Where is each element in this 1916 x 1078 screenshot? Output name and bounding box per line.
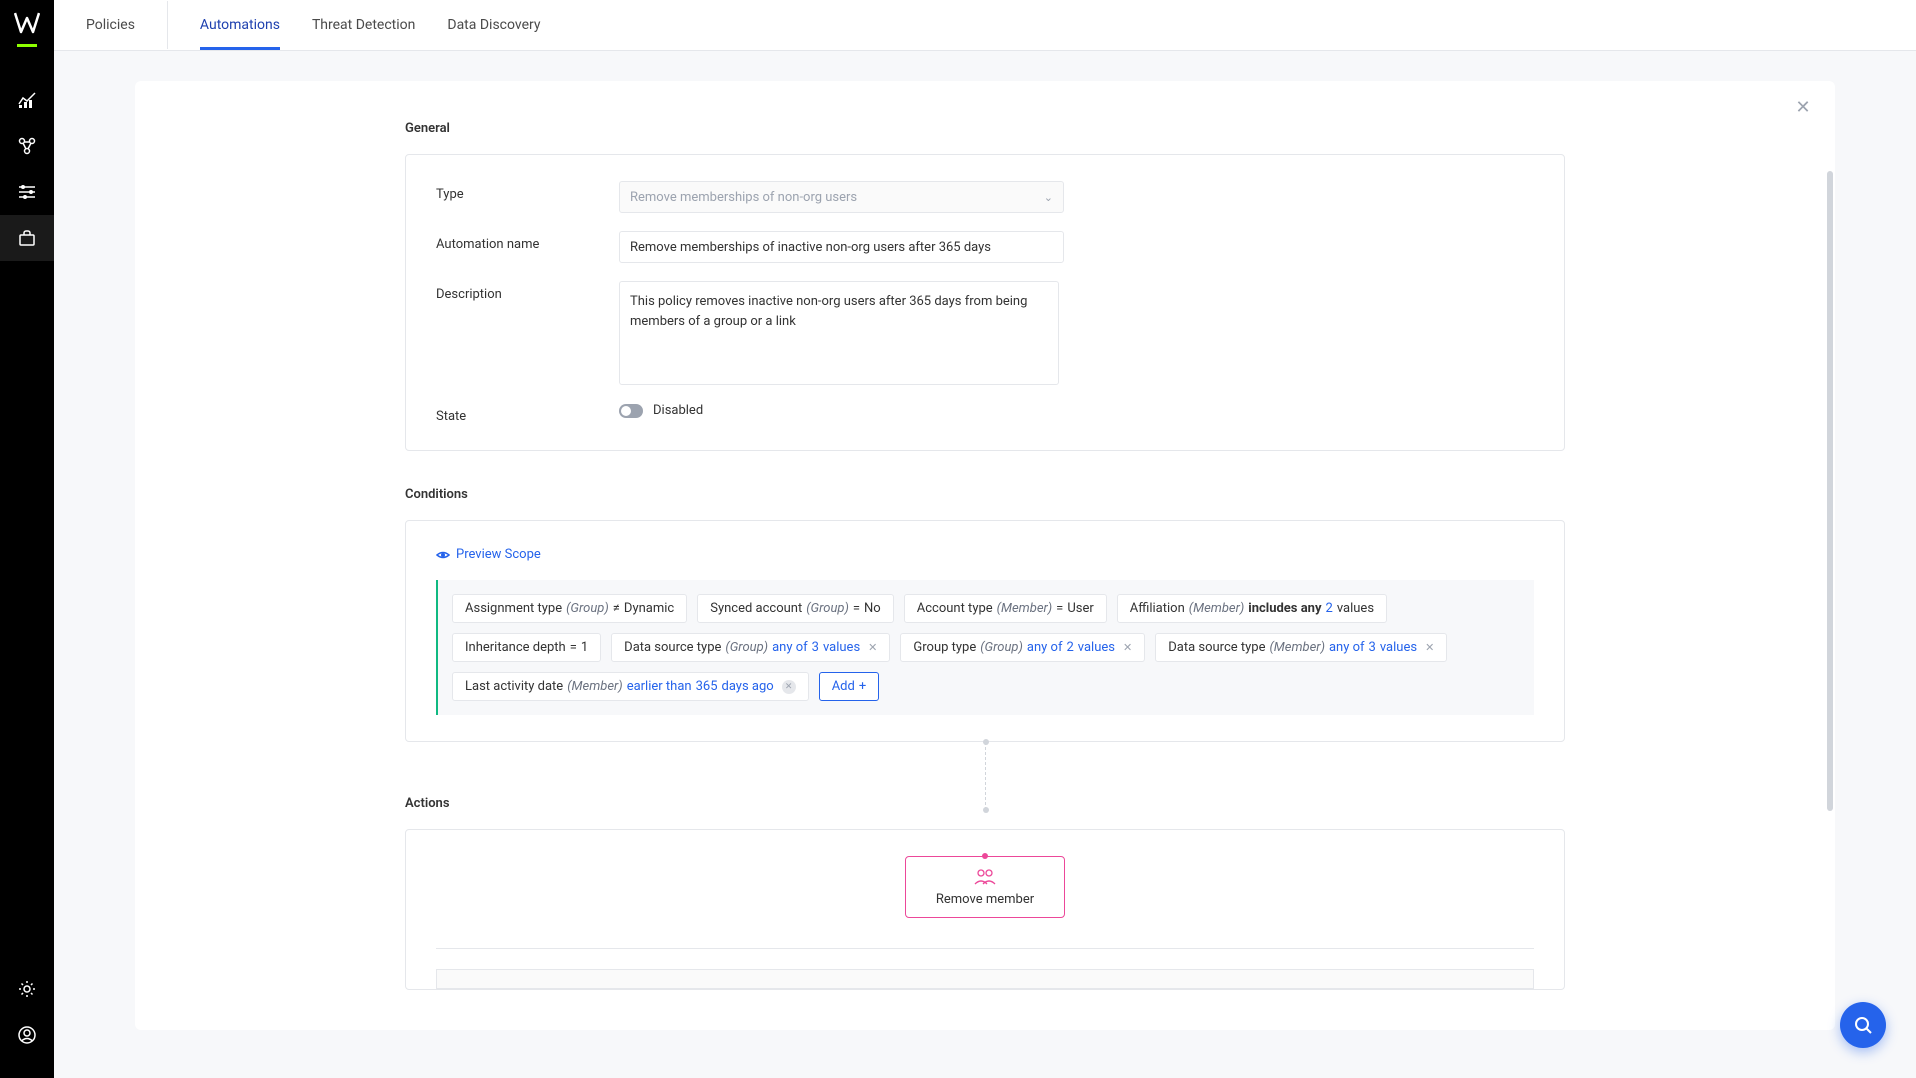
scrollbar[interactable] bbox=[1827, 171, 1833, 811]
logo-accent bbox=[17, 44, 37, 47]
logo[interactable] bbox=[12, 8, 42, 38]
actions-section: Remove member bbox=[405, 829, 1565, 990]
automation-name-label: Automation name bbox=[436, 231, 619, 252]
condition-chip[interactable]: Affiliation (Member) includes any 2 valu… bbox=[1117, 594, 1387, 623]
nav-data-discovery[interactable]: Data Discovery bbox=[447, 1, 540, 49]
type-select[interactable]: Remove memberships of non-org users ⌄ bbox=[619, 181, 1064, 213]
help-button[interactable] bbox=[1840, 1002, 1886, 1048]
nodes-icon bbox=[17, 136, 37, 156]
remove-member-icon bbox=[974, 868, 996, 886]
remove-chip-icon[interactable]: ✕ bbox=[868, 641, 877, 654]
automation-name-input[interactable] bbox=[619, 231, 1064, 263]
conditions-chips: Assignment type (Group) ≠ Dynamic Synced … bbox=[436, 580, 1534, 715]
condition-chip[interactable]: Assignment type (Group) ≠ Dynamic bbox=[452, 594, 687, 623]
condition-chip[interactable]: Group type (Group) any of 2 values✕ bbox=[900, 633, 1145, 662]
logo-icon bbox=[14, 12, 40, 34]
sidebar-user-icon[interactable] bbox=[0, 1012, 54, 1058]
close-button[interactable]: ✕ bbox=[1791, 95, 1815, 119]
editor-panel: ✕ General Type Remove memberships of non… bbox=[135, 81, 1835, 1030]
user-circle-icon bbox=[17, 1025, 37, 1045]
action-label: Remove member bbox=[936, 892, 1034, 907]
sidebar-bottom bbox=[0, 966, 54, 1058]
section-title-conditions: Conditions bbox=[405, 487, 1565, 502]
remove-chip-icon[interactable]: ✕ bbox=[1123, 641, 1132, 654]
state-value: Disabled bbox=[653, 403, 703, 418]
description-label: Description bbox=[436, 281, 619, 302]
general-section: Type Remove memberships of non-org users… bbox=[405, 154, 1565, 451]
nav-policies[interactable]: Policies bbox=[86, 1, 168, 49]
remove-chip-icon[interactable]: ✕ bbox=[782, 680, 796, 694]
type-value: Remove memberships of non-org users bbox=[630, 190, 857, 205]
close-icon: ✕ bbox=[1795, 97, 1810, 118]
type-label: Type bbox=[436, 181, 619, 202]
plus-icon: + bbox=[859, 679, 866, 694]
sidebar-sliders-icon[interactable] bbox=[0, 169, 54, 215]
left-sidebar bbox=[0, 0, 54, 1078]
condition-chip[interactable]: Inheritance depth = 1 bbox=[452, 633, 601, 662]
sidebar-settings-icon[interactable] bbox=[0, 966, 54, 1012]
condition-chip[interactable]: Last activity date (Member) earlier than… bbox=[452, 672, 809, 701]
conditions-section: Preview Scope Assignment type (Group) ≠ … bbox=[405, 520, 1565, 742]
condition-chip[interactable]: Synced account (Group) = No bbox=[697, 594, 894, 623]
connector bbox=[405, 742, 1565, 810]
description-textarea[interactable] bbox=[619, 281, 1059, 385]
briefcase-icon bbox=[17, 228, 37, 248]
sidebar-briefcase-icon[interactable] bbox=[0, 215, 54, 261]
sidebar-graph-icon[interactable] bbox=[0, 123, 54, 169]
main-content: ✕ General Type Remove memberships of non… bbox=[54, 51, 1916, 1078]
sliders-icon bbox=[17, 182, 37, 202]
state-label: State bbox=[436, 403, 619, 424]
chat-search-icon bbox=[1852, 1014, 1874, 1036]
nav-automations[interactable]: Automations bbox=[200, 1, 280, 49]
add-condition-button[interactable]: Add + bbox=[819, 672, 880, 701]
preview-scope-link[interactable]: Preview Scope bbox=[436, 547, 1534, 562]
chart-icon bbox=[17, 90, 37, 110]
nav-threat-detection[interactable]: Threat Detection bbox=[312, 1, 415, 49]
eye-icon bbox=[436, 548, 450, 562]
condition-chip[interactable]: Account type (Member) = User bbox=[904, 594, 1107, 623]
sidebar-analytics-icon[interactable] bbox=[0, 77, 54, 123]
section-title-general: General bbox=[405, 121, 1565, 136]
condition-chip[interactable]: Data source type (Group) any of 3 values… bbox=[611, 633, 890, 662]
chevron-down-icon: ⌄ bbox=[1044, 191, 1053, 204]
top-nav: Policies Automations Threat Detection Da… bbox=[54, 0, 1916, 51]
bottom-placeholder bbox=[436, 969, 1534, 989]
action-remove-member[interactable]: Remove member bbox=[905, 856, 1065, 918]
condition-chip[interactable]: Data source type (Member) any of 3 value… bbox=[1155, 633, 1447, 662]
state-toggle[interactable] bbox=[619, 404, 643, 418]
gear-icon bbox=[17, 979, 37, 999]
remove-chip-icon[interactable]: ✕ bbox=[1425, 641, 1434, 654]
